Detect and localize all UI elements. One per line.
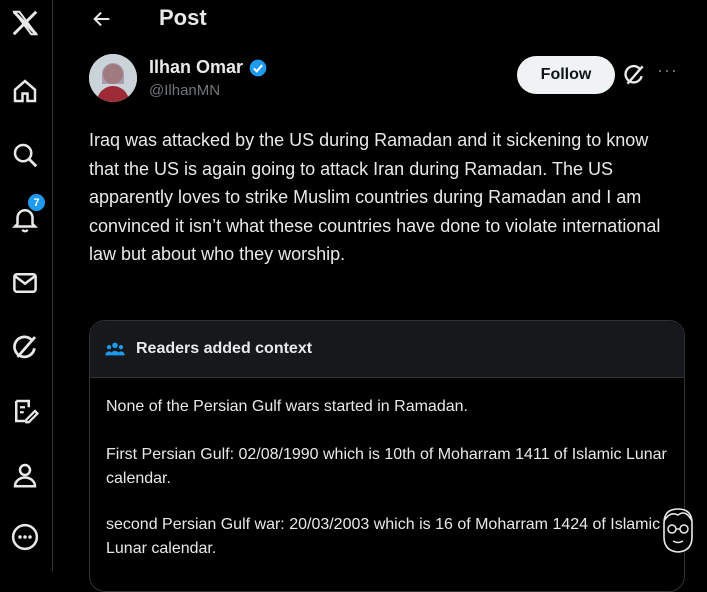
sidebar: 7 [0,0,53,571]
x-logo-icon[interactable] [8,6,42,40]
author-block[interactable]: Ilhan Omar @IlhanMN [149,57,268,99]
messages-icon[interactable] [8,266,42,300]
grok-explain-icon[interactable] [621,62,647,88]
more-options-icon[interactable]: ··· [657,60,678,81]
page-title: Post [159,5,207,30]
author-name-text: Ilhan Omar [149,57,244,77]
verified-badge-icon [249,59,267,76]
note-paragraph: First Persian Gulf: 02/08/1990 which is … [106,446,667,487]
community-note-title: Readers added context [136,340,313,357]
note-paragraph: None of the Persian Gulf wars started in… [106,398,468,415]
notification-badge: 7 [27,193,46,212]
compose-icon[interactable] [8,394,42,428]
back-arrow-icon[interactable] [87,4,117,34]
more-icon[interactable] [8,520,42,554]
community-note: Readers added context None of the Persia… [89,320,685,592]
readers-group-icon [105,342,125,356]
post-text: Iraq was attacked by the US during Ramad… [89,130,661,264]
note-paragraph: second Persian Gulf war: 20/03/2003 whic… [106,516,661,557]
author-name[interactable]: Ilhan Omar [149,57,268,78]
community-note-header[interactable]: Readers added context [90,321,684,378]
post-detail: Post Ilhan Omar @IlhanMN Follow ··· Iraq… [53,0,707,592]
author-handle[interactable]: @IlhanMN [149,82,268,99]
community-note-body: None of the Persian Gulf wars started in… [90,378,684,561]
follow-button[interactable]: Follow [517,56,615,94]
watermark-face-icon [656,505,700,557]
grok-icon[interactable] [8,330,42,364]
search-icon[interactable] [8,138,42,172]
home-icon[interactable] [8,74,42,108]
profile-icon[interactable] [8,458,42,492]
avatar[interactable] [89,54,137,102]
